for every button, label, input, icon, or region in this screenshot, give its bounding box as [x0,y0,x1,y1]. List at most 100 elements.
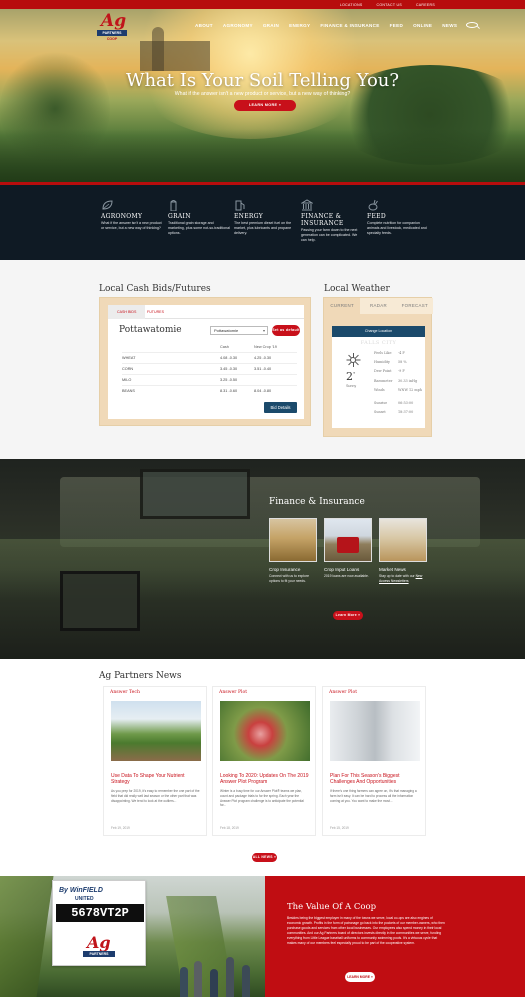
weather-temp: 2° [346,370,356,383]
bid-details-button[interactable]: Bid Details [264,402,297,413]
table-row: CORN 3.45 -0.30 3.51 -0.40 [122,363,297,374]
service-feed[interactable]: FEED Complete nutrition for companion an… [367,199,429,237]
news-headline[interactable]: Use Data To Shape Your Nutrient Strategy [111,773,203,785]
coop-text: Besides being the biggest employer in ma… [287,916,445,946]
cash-bids-panel: CASH BIDS FUTURES Pottawatomie Pottawato… [99,297,311,426]
news-headline[interactable]: Plan For This Season's Biggest Challenge… [330,773,422,785]
card-text: 2019 loans are now available. [324,574,369,578]
finance-card-market-news[interactable]: Market News Stay up to date with our New… [379,518,427,584]
service-text: Traditional grain storage and marketing,… [168,221,230,236]
weather-inner: Change Location FALLS CITY 2° Sunny Feel… [332,326,425,428]
news-card[interactable]: Answer Tech Use Data To Shape Your Nutri… [103,686,207,836]
tractor-image [324,518,372,562]
tab-forecast[interactable]: FORECAST [397,298,433,314]
seed-sign: By WinFIELD UNITED 5678VT2P Ag PARTNERS [52,880,146,966]
nav-item-grain[interactable]: GRAIN [258,23,284,28]
tab-current[interactable]: CURRENT [324,298,361,314]
news-headline[interactable]: Looking To 2020: Updates On The 2019 Ans… [220,773,312,785]
finance-section [0,459,525,659]
service-finance[interactable]: FINANCE & INSURANCE Passing your farm do… [300,199,363,244]
topbar-link-careers[interactable]: CAREERS [416,3,435,7]
nav-item-energy[interactable]: ENERGY [284,23,315,28]
set-default-button[interactable]: Set as default [272,325,300,336]
hero-learn-more-button[interactable]: LEARN MORE » [234,100,296,111]
col-cash: Cash [220,344,229,349]
nav-item-feed[interactable]: FEED [385,23,408,28]
news-card[interactable]: Answer Plot Looking To 2020: Updates On … [212,686,316,836]
leaf-icon [101,199,113,211]
location-select[interactable]: Pottawatomie [210,326,268,335]
wheat-image [269,518,317,562]
grain-elevator-image [330,701,420,761]
service-title: GRAIN [168,213,191,220]
hero-banner [0,9,525,185]
nav-item-finance[interactable]: FINANCE & INSURANCE [315,23,384,28]
fuel-icon [234,199,246,211]
cab-monitor [140,469,250,519]
card-title: Crop Input Loans [324,567,360,572]
card-title: Market News [379,567,406,572]
sign-seed-code: 5678VT2P [56,904,144,922]
service-text: Complete nutrition for companion animals… [367,221,427,236]
all-news-button[interactable]: ALL NEWS » [252,853,277,862]
card-text: Stay up to date with our New Access News… [379,574,423,583]
finance-learn-more-button[interactable]: Learn More » [333,611,363,620]
weather-title: Local Weather [324,284,390,294]
table-row: MILO 3.25 -0.50 [122,374,297,385]
news-category[interactable]: Answer Plot [329,690,357,695]
sign-brand: By WinFIELD [59,887,103,894]
news-date: Feb 15, 2019 [330,826,349,830]
hero-title: What Is Your Soil Telling You? [125,70,400,91]
finance-card-input-loans[interactable]: Crop Input Loans 2019 loans are now avai… [324,518,372,579]
service-text: What if the answer isn't a new product o… [101,221,162,231]
weather-stat: Humidity 58 % [374,360,407,365]
table-row: WHEAT 4.08 -0.30 4.25 -0.30 [122,352,297,363]
service-title: AGRONOMY [101,213,143,220]
news-category[interactable]: Answer Plot [219,690,247,695]
weather-stat: Sunset 18:37:00 [374,409,414,414]
corn-leaf [0,876,54,997]
bid-location-title: Pottawatomie [119,325,182,335]
cash-bids-title: Local Cash Bids/Futures [99,284,211,294]
weather-stat: Winds WNW 12 mph [374,387,422,392]
silo-icon [168,199,180,212]
service-grain[interactable]: GRAIN Traditional grain storage and mark… [168,199,230,237]
sun-icon [346,353,360,367]
coop-learn-more-button[interactable]: LEARN MORE » [345,972,375,982]
nav-item-agronomy[interactable]: AGRONOMY [218,23,258,28]
service-title: FINANCE & INSURANCE [301,213,344,227]
change-location-button[interactable]: Change Location [332,326,425,337]
nav-item-online[interactable]: ONLINE [408,23,437,28]
tab-radar[interactable]: RADAR [360,298,396,314]
cash-tabs: CASH BIDS FUTURES [108,305,304,319]
col-new-crop: New Crop '19 [254,344,277,349]
finance-card-crop-insurance[interactable]: Crop Insurance Connect with us to explor… [269,518,317,584]
brand-logo[interactable]: Ag PARTNERS COOP [97,11,127,41]
news-excerpt: If there's one thing farmers can agree o… [330,789,417,803]
service-title: ENERGY [234,213,263,220]
weather-stat: Feels Like -4 F [374,351,405,355]
hero-subtitle: What if the answer isn't a new product o… [174,91,351,97]
bids-header-row: Cash New Crop '19 [122,341,297,352]
topbar-link-contact[interactable]: CONTACT US [377,3,402,7]
service-text: The best premium diesel fuel on the mark… [234,221,292,236]
card-title: Crop Insurance [269,567,301,572]
hand-packet-image [220,701,310,761]
sign-logo: Ag [87,933,111,952]
topbar-link-locations[interactable]: LOCATIONS [340,3,363,7]
weather-condition: Sunny [346,384,357,388]
news-category[interactable]: Answer Tech [110,690,140,695]
news-date: Feb 18, 2019 [220,826,239,830]
nav-item-about[interactable]: ABOUT [190,23,218,28]
news-title: Ag Partners News [99,671,182,681]
logo-mark: Ag [101,11,127,31]
news-card[interactable]: Answer Plot Plan For This Season's Bigge… [322,686,426,836]
service-agronomy[interactable]: AGRONOMY What if the answer isn't a new … [101,199,163,231]
search-icon[interactable] [466,22,479,28]
service-energy[interactable]: ENERGY The best premium diesel fuel on t… [234,199,296,237]
weather-city: FALLS CITY [360,340,397,346]
card-text: Connect with us to explore options to fi… [269,574,309,583]
tab-futures[interactable]: FUTURES [138,305,173,319]
nav-item-news[interactable]: NEWS [437,23,462,28]
bids-table: Cash New Crop '19 WHEAT 4.08 -0.30 4.25 -0… [122,341,297,396]
